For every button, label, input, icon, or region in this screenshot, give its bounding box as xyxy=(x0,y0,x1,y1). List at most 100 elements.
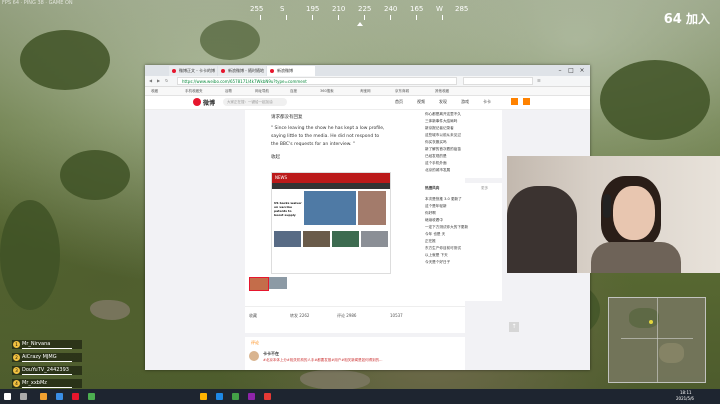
face xyxy=(613,186,655,240)
sidebar-item[interactable]: 新京报记者记录者 xyxy=(425,126,454,131)
bookmark-item[interactable]: 百度 xyxy=(290,87,297,95)
browser-tab-active[interactable]: 新浪微博 xyxy=(267,66,315,76)
teammate-3: 3 DouYuTV_2442393 xyxy=(12,366,82,375)
compass-label: 195 xyxy=(306,5,320,13)
app-icon[interactable] xyxy=(248,393,255,400)
maximize-button[interactable]: □ xyxy=(566,66,576,75)
clock-date[interactable]: 2021/5/6 xyxy=(676,396,694,401)
nav-home[interactable]: 首页 xyxy=(395,99,403,105)
hot-search-item[interactable]: 今年 也是 天 xyxy=(425,232,445,237)
compass-label: 225 xyxy=(358,5,372,13)
like-button[interactable]: 10537 xyxy=(390,313,403,318)
image-thumbnail[interactable] xyxy=(249,277,269,291)
image-thumbnail[interactable] xyxy=(269,277,287,289)
bookmark-item[interactable]: 收藏 xyxy=(151,87,158,95)
back-icon[interactable]: ◀ xyxy=(149,76,152,86)
explorer-icon[interactable] xyxy=(40,393,47,400)
bbc-news-banner: NEWS xyxy=(272,173,390,183)
collect-button[interactable]: 收藏 xyxy=(249,313,257,319)
sidebar-item[interactable]: 你买衣服买吗 xyxy=(425,140,447,145)
sidebar-item[interactable]: 你心都是离开这里不久 xyxy=(425,112,461,117)
browser-icon[interactable] xyxy=(56,393,63,400)
hot-search-item[interactable]: 东方生产你目前可测试 xyxy=(425,246,461,251)
back-to-top-button[interactable]: ↑ xyxy=(509,322,519,332)
weibo-search-input[interactable]: 大家正在搜：一键给一起加油 xyxy=(223,98,287,106)
bookmark-item[interactable]: 京东商城 xyxy=(395,87,409,95)
browser-tab[interactable]: 新浪微博 - 随时随地 xyxy=(218,66,266,76)
avatar[interactable] xyxy=(249,351,259,361)
app-icon[interactable] xyxy=(200,393,207,400)
sidebar-item[interactable]: 新了解的首次看的疫苗 xyxy=(425,147,461,152)
bookmark-item[interactable]: 谷歌 xyxy=(225,87,232,95)
hot-search-item[interactable]: 本次是快推 3.0 更新了 xyxy=(425,197,462,202)
bookmark-item[interactable]: 淘宝网 xyxy=(360,87,371,95)
comment-section-title: 评论 xyxy=(251,340,259,345)
collapse-link[interactable]: 收起 xyxy=(271,154,280,160)
url-field[interactable]: https://www.weibo.com/6578171/4k7WkbN9u?… xyxy=(177,77,457,85)
bookmark-item[interactable]: 其他收藏 xyxy=(435,87,449,95)
bookmark-item[interactable]: 手机收藏夹 xyxy=(185,87,203,95)
menu-icon[interactable]: ☰ xyxy=(537,76,541,86)
hot-search-item[interactable]: 这个是年轻新 xyxy=(425,204,447,209)
bookmark-item[interactable]: 网址导航 xyxy=(255,87,269,95)
compass-label: 210 xyxy=(332,5,346,13)
compass-label: 255 xyxy=(250,5,264,13)
sidebar-item[interactable]: 这个手机外面 xyxy=(425,161,447,166)
sidebar-item[interactable]: 三体新事件大结局吗 xyxy=(425,119,457,124)
nav-profile[interactable]: 卡卡 xyxy=(483,99,491,105)
bookmark-item[interactable]: 360搜索 xyxy=(320,87,334,95)
close-button[interactable]: × xyxy=(577,66,587,75)
minimize-button[interactable]: – xyxy=(555,66,565,75)
nav-video[interactable]: 视频 xyxy=(417,99,425,105)
app-icon[interactable] xyxy=(216,393,223,400)
chair xyxy=(507,186,577,273)
hot-search-item[interactable]: 你好啊 xyxy=(425,211,436,216)
post-text: the BBC's requests for an interview. " xyxy=(271,142,355,147)
forward-icon[interactable]: ▶ xyxy=(157,76,160,86)
hot-search-item[interactable]: 今天是个好日子 xyxy=(425,260,450,265)
weibo-favicon-icon xyxy=(270,69,274,73)
hot-search-item[interactable]: 一定下方测试你大的下更新 xyxy=(425,225,468,230)
sidebar-item[interactable]: 已经发现的是 xyxy=(425,154,447,159)
comment-button[interactable]: 评论 2986 xyxy=(337,313,356,319)
browser-search-field[interactable] xyxy=(463,77,533,85)
comment-text: #北京本体上分#相关机构的人手#都要发推#用户#相关新闻是如何得到的... xyxy=(263,358,383,362)
wechat-icon[interactable] xyxy=(88,393,95,400)
game-stats-text: FPS 64 · PING 38 · GAME ON xyxy=(2,0,73,6)
sidebar-item[interactable]: 这些城市以前从未见过 xyxy=(425,133,461,138)
repost-button[interactable]: 转发 2262 xyxy=(290,313,309,319)
post-text: " Since leaving the show he has kept a l… xyxy=(271,126,385,131)
hot-search-item[interactable]: 正在推 xyxy=(425,239,436,244)
news-side-photo xyxy=(358,191,386,225)
address-bar: ◀ ▶ ↻ https://www.weibo.com/6578171/4k7W… xyxy=(145,76,590,87)
app-icon[interactable] xyxy=(232,393,239,400)
weibo-header: 微博 大家正在搜：一键给一起加油 首页 视频 发现 游戏 卡卡 xyxy=(145,96,590,110)
app-icon[interactable] xyxy=(264,393,271,400)
message-icon[interactable] xyxy=(511,98,518,105)
news-thumb xyxy=(303,231,330,247)
post-image[interactable]: NEWS US backs waiver on vaccine patents … xyxy=(271,172,391,274)
nav-game[interactable]: 游戏 xyxy=(461,99,469,105)
weibo-logo-text[interactable]: 微博 xyxy=(203,98,215,107)
hot-search-item[interactable]: 以上就是 下天 xyxy=(425,253,448,258)
sidebar-item[interactable]: 北京的城市发展 xyxy=(425,168,450,173)
compose-icon[interactable] xyxy=(523,98,530,105)
compass-heading-marker xyxy=(357,22,363,26)
refresh-icon[interactable]: ↻ xyxy=(165,76,168,86)
teammate-4: 4 Mr_xxbMz xyxy=(12,379,82,388)
nav-discover[interactable]: 发现 xyxy=(439,99,447,105)
hot-search-more[interactable]: 更多 xyxy=(481,186,488,191)
browser-tab[interactable]: 微博正文 - 卡卡的博客 xyxy=(169,66,217,83)
comment-username[interactable]: 卡卡不在 xyxy=(263,351,279,357)
tree xyxy=(0,200,60,310)
hot-search-item[interactable]: 继续收看中 xyxy=(425,218,443,223)
clock-time[interactable]: 18:11 xyxy=(680,390,692,395)
minimap xyxy=(608,297,706,383)
compass-label: S xyxy=(280,5,285,13)
windows-taskbar: 18:11 2021/5/6 xyxy=(0,389,720,404)
compass-label: 285 xyxy=(455,5,469,13)
search-icon[interactable] xyxy=(20,393,27,400)
weibo-icon[interactable] xyxy=(72,393,79,400)
start-icon[interactable] xyxy=(4,393,11,400)
weibo-logo-icon[interactable] xyxy=(193,98,201,106)
